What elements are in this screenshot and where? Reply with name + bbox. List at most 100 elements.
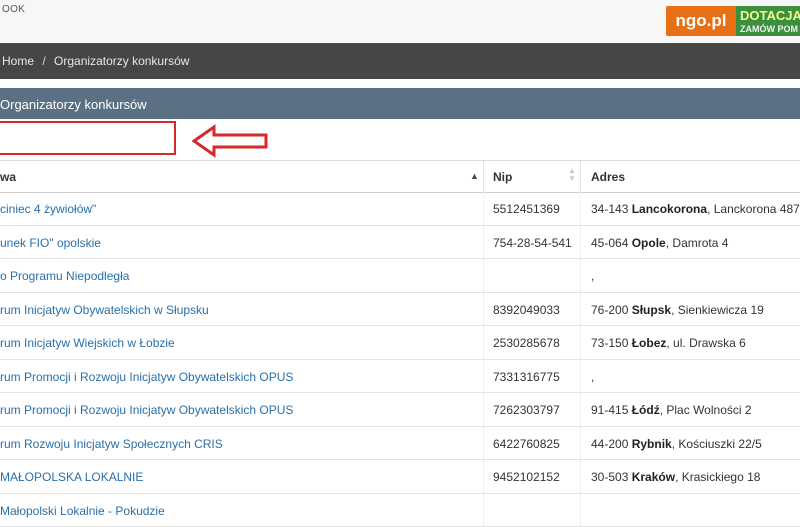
column-divider <box>580 192 581 225</box>
column-divider <box>483 293 484 326</box>
dotacje-promo-badge[interactable]: DOTACJA ZAMÓW POM <box>736 6 800 36</box>
ngo-logo-text: ngo.pl <box>676 11 727 31</box>
street-address: , Lanckorona 487 <box>707 202 800 216</box>
address-cell: 34-143 Lancokorona, Lanckorona 487 <box>591 202 800 216</box>
street-address: , Sienkiewicza 19 <box>671 303 764 317</box>
breadcrumb: Home / Organizatorzy konkursów <box>0 43 800 79</box>
sort-asc-icon[interactable]: ▲ <box>470 171 479 181</box>
address-cell: 44-200 Rybnik, Kościuszki 22/5 <box>591 437 762 451</box>
column-divider <box>483 360 484 393</box>
street-address: , <box>591 269 594 283</box>
city-name: Łódź <box>632 403 660 417</box>
organizer-name-link[interactable]: unek FIO" opolskie <box>0 236 101 250</box>
address-cell: 45-064 Opole, Damrota 4 <box>591 236 728 250</box>
street-address: , Plac Wolności 2 <box>660 403 752 417</box>
city-name: Łobez <box>632 336 667 350</box>
table-row: rum Promocji i Rozwoju Inicjatyw Obywate… <box>0 393 800 427</box>
organizer-name-link[interactable]: o Programu Niepodległa <box>0 269 129 283</box>
postal-code: 30-503 <box>591 470 628 484</box>
address-cell: , <box>591 370 594 384</box>
column-divider <box>580 161 581 192</box>
postal-code: 34-143 <box>591 202 628 216</box>
column-divider <box>580 360 581 393</box>
postal-code: 73-150 <box>591 336 628 350</box>
column-header-nip[interactable]: Nip <box>493 170 512 184</box>
street-address: , <box>591 370 594 384</box>
breadcrumb-home-link[interactable]: Home <box>2 54 34 68</box>
city-name: Rybnik <box>632 437 672 451</box>
nip-cell: 7262303797 <box>493 403 560 417</box>
search-input[interactable] <box>0 121 176 155</box>
column-divider <box>580 259 581 292</box>
organizer-name-link[interactable]: rum Promocji i Rozwoju Inicjatyw Obywate… <box>0 370 293 384</box>
column-header-name[interactable]: wa <box>0 170 16 184</box>
table-header: wa ▲ Nip ▲▼ Adres <box>0 160 800 193</box>
street-address: , Kościuszki 22/5 <box>672 437 762 451</box>
table-body: ciniec 4 żywiołów" 5512451369 34-143 Lanco… <box>0 192 800 527</box>
postal-code: 44-200 <box>591 437 628 451</box>
organizer-name-link[interactable]: Małopolski Lokalnie - Pokudzie <box>0 504 165 518</box>
column-divider <box>580 460 581 493</box>
ngo-logo-badge[interactable]: ngo.pl <box>666 6 736 36</box>
nip-cell: 7331316775 <box>493 370 560 384</box>
breadcrumb-current: Organizatorzy konkursów <box>54 54 189 68</box>
organizer-name-link[interactable]: rum Inicjatyw Wiejskich w Łobzie <box>0 336 175 350</box>
dotacje-subtitle: ZAMÓW POM <box>740 24 798 34</box>
address-cell: 73-150 Łobez, ul. Drawska 6 <box>591 336 746 350</box>
nip-cell: 8392049033 <box>493 303 560 317</box>
column-divider <box>483 393 484 426</box>
address-cell: 30-503 Kraków, Krasickiego 18 <box>591 470 760 484</box>
column-divider <box>483 326 484 359</box>
postal-code: 76-200 <box>591 303 628 317</box>
nip-cell: 754-28-54-541 <box>493 236 572 250</box>
table-row: unek FIO" opolskie 754-28-54-541 45-064 Op… <box>0 226 800 260</box>
table-row: ciniec 4 żywiołów" 5512451369 34-143 Lanco… <box>0 192 800 226</box>
street-address: , ul. Drawska 6 <box>666 336 745 350</box>
section-header: Organizatorzy konkursów <box>0 88 800 119</box>
table-row: rum Inicjatyw Wiejskich w Łobzie 25302856… <box>0 326 800 360</box>
dotacje-title: DOTACJA <box>740 8 800 23</box>
column-divider <box>580 494 581 527</box>
column-divider <box>580 226 581 259</box>
section-title: Organizatorzy konkursów <box>0 97 147 112</box>
organizer-name-link[interactable]: MAŁOPOLSKA LOKALNIE <box>0 470 143 484</box>
table-row: Małopolski Lokalnie - Pokudzie <box>0 494 800 527</box>
city-name: Kraków <box>632 470 675 484</box>
city-name: Lancokorona <box>632 202 707 216</box>
organizer-name-link[interactable]: rum Rozwoju Inicjatyw Społecznych CRIS <box>0 437 223 451</box>
city-name: Słupsk <box>632 303 671 317</box>
column-header-adres[interactable]: Adres <box>591 170 625 184</box>
organizer-name-link[interactable]: rum Inicjatyw Obywatelskich w Słupsku <box>0 303 209 317</box>
breadcrumb-separator: / <box>42 54 45 68</box>
nip-cell: 9452102152 <box>493 470 560 484</box>
sort-both-icon[interactable]: ▲▼ <box>568 167 576 183</box>
column-divider <box>580 393 581 426</box>
table-row: o Programu Niepodległa , <box>0 259 800 293</box>
address-cell: 76-200 Słupsk, Sienkiewicza 19 <box>591 303 764 317</box>
arrow-left-icon <box>192 124 270 158</box>
street-address: , Damrota 4 <box>666 236 729 250</box>
column-divider <box>483 192 484 225</box>
column-divider <box>483 494 484 527</box>
table-row: rum Promocji i Rozwoju Inicjatyw Obywate… <box>0 360 800 394</box>
top-bar: OOK ngo.pl DOTACJA ZAMÓW POM <box>0 0 800 42</box>
organizer-name-link[interactable]: rum Promocji i Rozwoju Inicjatyw Obywate… <box>0 403 293 417</box>
nip-cell: 2530285678 <box>493 336 560 350</box>
address-cell: , <box>591 269 594 283</box>
column-divider <box>580 293 581 326</box>
address-cell: 91-415 Łódź, Plac Wolności 2 <box>591 403 752 417</box>
organizer-name-link[interactable]: ciniec 4 żywiołów" <box>0 202 96 216</box>
table-row: rum Rozwoju Inicjatyw Społecznych CRIS64… <box>0 427 800 461</box>
table-row: MAŁOPOLSKA LOKALNIE 9452102152 30-503 Krak… <box>0 460 800 494</box>
column-divider <box>483 161 484 192</box>
postal-code: 91-415 <box>591 403 628 417</box>
column-divider <box>580 427 581 460</box>
top-left-text: OOK <box>2 4 25 15</box>
column-divider <box>483 427 484 460</box>
postal-code: 45-064 <box>591 236 628 250</box>
column-divider <box>483 226 484 259</box>
street-address: , Krasickiego 18 <box>675 470 760 484</box>
nip-cell: 5512451369 <box>493 202 560 216</box>
table-row: rum Inicjatyw Obywatelskich w Słupsku 839… <box>0 293 800 327</box>
column-divider <box>483 259 484 292</box>
